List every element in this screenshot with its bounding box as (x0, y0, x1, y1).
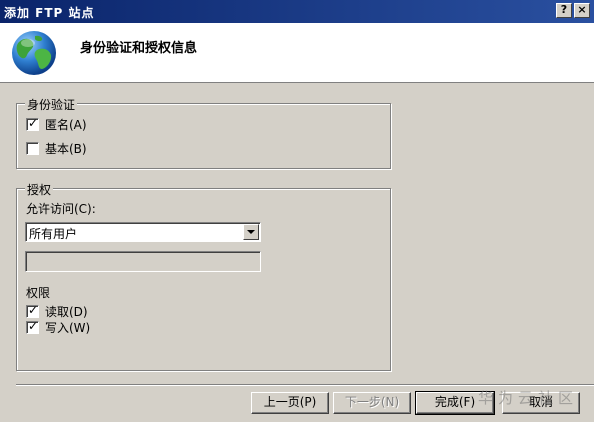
next-button[interactable]: 下一步(N) (333, 392, 411, 414)
read-option[interactable]: ✓ 读取(D) (26, 303, 88, 319)
anonymous-checkbox[interactable]: ✓ (26, 115, 39, 131)
allow-access-dropdown[interactable]: 所有用户 (25, 222, 261, 242)
window-title: 添加 FTP 站点 (4, 6, 95, 20)
wizard-header: 身份验证和授权信息 (0, 23, 594, 83)
user-field (25, 251, 261, 272)
basic-option[interactable]: 基本(B) (26, 140, 87, 156)
permissions-label: 权限 (26, 286, 51, 300)
basic-label: 基本(B) (45, 141, 87, 156)
check-icon: ✓ (28, 318, 39, 333)
anonymous-label: 匿名(A) (45, 117, 87, 132)
check-icon: ✓ (28, 115, 39, 130)
globe-icon (12, 31, 56, 75)
authentication-legend: 身份验证 (25, 96, 78, 113)
anonymous-option[interactable]: ✓ 匿名(A) (26, 116, 87, 132)
allow-access-label: 允许访问(C): (26, 202, 96, 216)
allow-access-value: 所有用户 (29, 227, 78, 241)
write-checkbox[interactable]: ✓ (26, 318, 39, 334)
help-button[interactable]: ? (556, 3, 572, 18)
read-label: 读取(D) (45, 304, 88, 319)
authorization-legend: 授权 (25, 181, 54, 198)
page-title: 身份验证和授权信息 (80, 41, 198, 56)
write-option[interactable]: ✓ 写入(W) (26, 319, 90, 335)
footer-divider (16, 384, 594, 386)
write-label: 写入(W) (45, 320, 91, 335)
chevron-down-icon (247, 230, 255, 234)
basic-checkbox[interactable] (26, 141, 39, 155)
check-icon: ✓ (28, 302, 39, 317)
authentication-group: 身份验证 (16, 96, 391, 169)
title-bar[interactable]: 添加 FTP 站点 ? × (0, 0, 594, 23)
previous-button[interactable]: 上一页(P) (251, 392, 329, 414)
watermark: 华为云社区 (478, 389, 579, 407)
dropdown-button[interactable] (243, 224, 259, 240)
close-button[interactable]: × (574, 3, 590, 18)
read-checkbox[interactable]: ✓ (26, 302, 39, 318)
